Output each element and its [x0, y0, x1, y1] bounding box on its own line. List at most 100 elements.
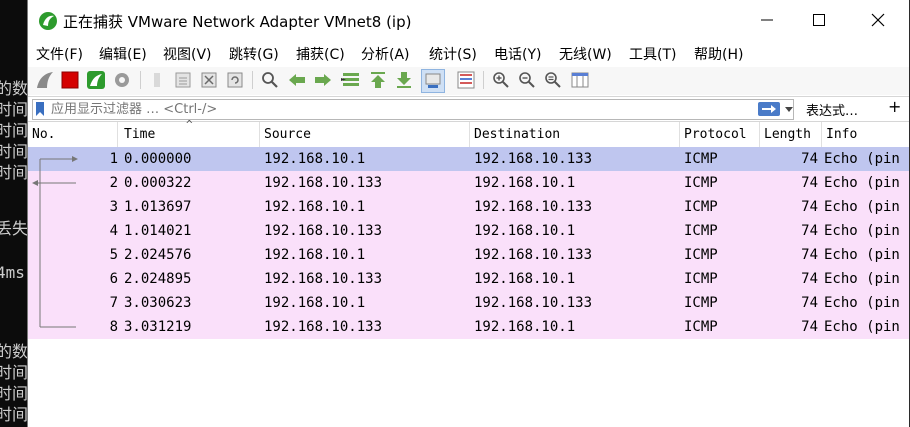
go-to-packet-button[interactable]	[340, 69, 362, 91]
packet-no: 3	[109, 199, 118, 215]
stop-capture-button[interactable]	[59, 69, 81, 91]
menu-tools[interactable]: 工具(T)	[629, 44, 676, 64]
display-filter-input[interactable]	[51, 100, 741, 119]
terminal-line: 的数	[0, 79, 27, 98]
column-header-info[interactable]: Info	[822, 122, 909, 147]
packet-row[interactable]: 6 2.024895 192.168.10.133 192.168.10.1 I…	[28, 267, 909, 291]
autoscroll-toggle[interactable]	[421, 69, 445, 93]
colorize-button[interactable]	[455, 69, 477, 91]
packet-row[interactable]: 2 0.000322 192.168.10.133 192.168.10.1 I…	[28, 171, 909, 195]
menu-help[interactable]: 帮助(H)	[694, 44, 743, 64]
packet-source: 192.168.10.1	[264, 295, 366, 311]
toolbar-separator	[140, 71, 141, 89]
resize-columns-button[interactable]	[569, 69, 591, 91]
menu-view[interactable]: 视图(V)	[163, 44, 212, 64]
sort-ascending-icon: ^	[186, 118, 193, 131]
terminal-line: 时间	[0, 121, 27, 140]
packet-time: 2.024576	[124, 247, 192, 263]
packet-protocol: ICMP	[684, 223, 718, 239]
save-file-icon	[175, 72, 191, 88]
packet-protocol: ICMP	[684, 151, 718, 167]
toolbar-separator	[252, 71, 253, 89]
zoom-out-button[interactable]	[516, 69, 538, 91]
packet-time: 3.031219	[124, 319, 192, 335]
close-button[interactable]	[855, 0, 901, 40]
menu-analyze[interactable]: 分析(A)	[361, 44, 410, 64]
packet-row[interactable]: 7 3.030623 192.168.10.1 192.168.10.133 I…	[28, 291, 909, 315]
packet-row[interactable]: 1 0.000000 192.168.10.1 192.168.10.133 I…	[28, 147, 909, 171]
packet-destination: 192.168.10.1	[474, 271, 576, 287]
terminal-line: 时间	[0, 142, 27, 161]
packet-row[interactable]: 4 1.014021 192.168.10.133 192.168.10.1 I…	[28, 219, 909, 243]
close-file-button[interactable]	[198, 69, 220, 91]
packet-source: 192.168.10.133	[264, 175, 383, 191]
column-header-length[interactable]: Length	[760, 122, 822, 147]
column-header-source[interactable]: Source	[260, 122, 470, 147]
reload-button[interactable]	[224, 69, 246, 91]
column-header-no[interactable]: No.	[28, 122, 118, 147]
display-filter-bar: 表达式… +	[28, 96, 909, 122]
terminal-line: 时间	[0, 163, 27, 182]
menu-statistics[interactable]: 统计(S)	[429, 44, 477, 64]
column-header-protocol[interactable]: Protocol	[680, 122, 760, 147]
go-first-button[interactable]	[367, 69, 389, 91]
zoom-normal-icon	[545, 72, 561, 88]
zoom-out-icon	[519, 72, 535, 88]
terminal-line: 4ms	[0, 263, 25, 282]
restart-capture-button[interactable]	[85, 69, 107, 91]
packet-time: 1.013697	[124, 199, 192, 215]
apply-filter-button[interactable]	[758, 102, 780, 116]
packet-info: Echo (pin	[824, 175, 900, 191]
minimize-button[interactable]	[744, 0, 790, 40]
column-header-destination[interactable]: Destination	[470, 122, 680, 147]
bookmark-icon[interactable]	[35, 102, 45, 116]
menu-telephony[interactable]: 电话(Y)	[494, 44, 541, 64]
packet-length: 74	[801, 199, 818, 215]
packet-protocol: ICMP	[684, 199, 718, 215]
packet-no: 1	[109, 151, 118, 167]
zoom-in-button[interactable]	[490, 69, 512, 91]
capture-options-gear-icon	[115, 73, 129, 87]
background-terminal: 的数 时间 时间 时间 时间 丢失 4ms 的数 时间 时间 时间	[0, 0, 27, 427]
resize-columns-icon	[571, 72, 589, 88]
start-capture-button[interactable]	[34, 69, 56, 91]
terminal-line: 时间	[0, 384, 27, 403]
menu-edit[interactable]: 编辑(E)	[99, 44, 147, 64]
packet-length: 74	[801, 247, 818, 263]
expression-button[interactable]: 表达式…	[806, 100, 858, 119]
packet-time: 0.000322	[124, 175, 192, 191]
menu-capture[interactable]: 捕获(C)	[296, 44, 345, 64]
save-file-button[interactable]	[172, 69, 194, 91]
add-filter-button[interactable]: +	[888, 97, 901, 116]
packet-row[interactable]: 8 3.031219 192.168.10.133 192.168.10.1 I…	[28, 315, 909, 339]
terminal-line: 的数	[0, 342, 27, 361]
menu-wireless[interactable]: 无线(W)	[559, 44, 612, 64]
menu-go[interactable]: 跳转(G)	[229, 44, 279, 64]
menu-bar: 文件(F) 编辑(E) 视图(V) 跳转(G) 捕获(C) 分析(A) 统计(S…	[28, 41, 909, 65]
go-to-packet-icon	[341, 73, 359, 86]
main-toolbar	[28, 67, 909, 95]
zoom-normal-button[interactable]	[542, 69, 564, 91]
open-file-button[interactable]	[146, 69, 168, 91]
shark-fin-start-icon	[37, 72, 53, 88]
maximize-button[interactable]	[796, 0, 842, 40]
menu-file[interactable]: 文件(F)	[36, 44, 83, 64]
capture-options-button[interactable]	[111, 69, 133, 91]
close-icon	[871, 13, 885, 27]
go-last-button[interactable]	[393, 69, 415, 91]
terminal-line: 时间	[0, 363, 27, 382]
chevron-down-icon[interactable]	[784, 103, 794, 115]
go-forward-button[interactable]	[312, 69, 334, 91]
maximize-icon	[813, 14, 825, 26]
find-packet-button[interactable]	[259, 69, 281, 91]
go-back-button[interactable]	[286, 69, 308, 91]
packet-row[interactable]: 3 1.013697 192.168.10.1 192.168.10.133 I…	[28, 195, 909, 219]
packet-time: 1.014021	[124, 223, 192, 239]
terminal-line: 丢失	[0, 219, 27, 238]
packet-source: 192.168.10.133	[264, 319, 383, 335]
colorize-icon	[457, 71, 475, 89]
packet-length: 74	[801, 175, 818, 191]
title-bar[interactable]: 正在捕获 VMware Network Adapter VMnet8 (ip)	[28, 0, 909, 40]
packet-row[interactable]: 5 2.024576 192.168.10.1 192.168.10.133 I…	[28, 243, 909, 267]
wireshark-window: 正在捕获 VMware Network Adapter VMnet8 (ip) …	[27, 0, 909, 427]
